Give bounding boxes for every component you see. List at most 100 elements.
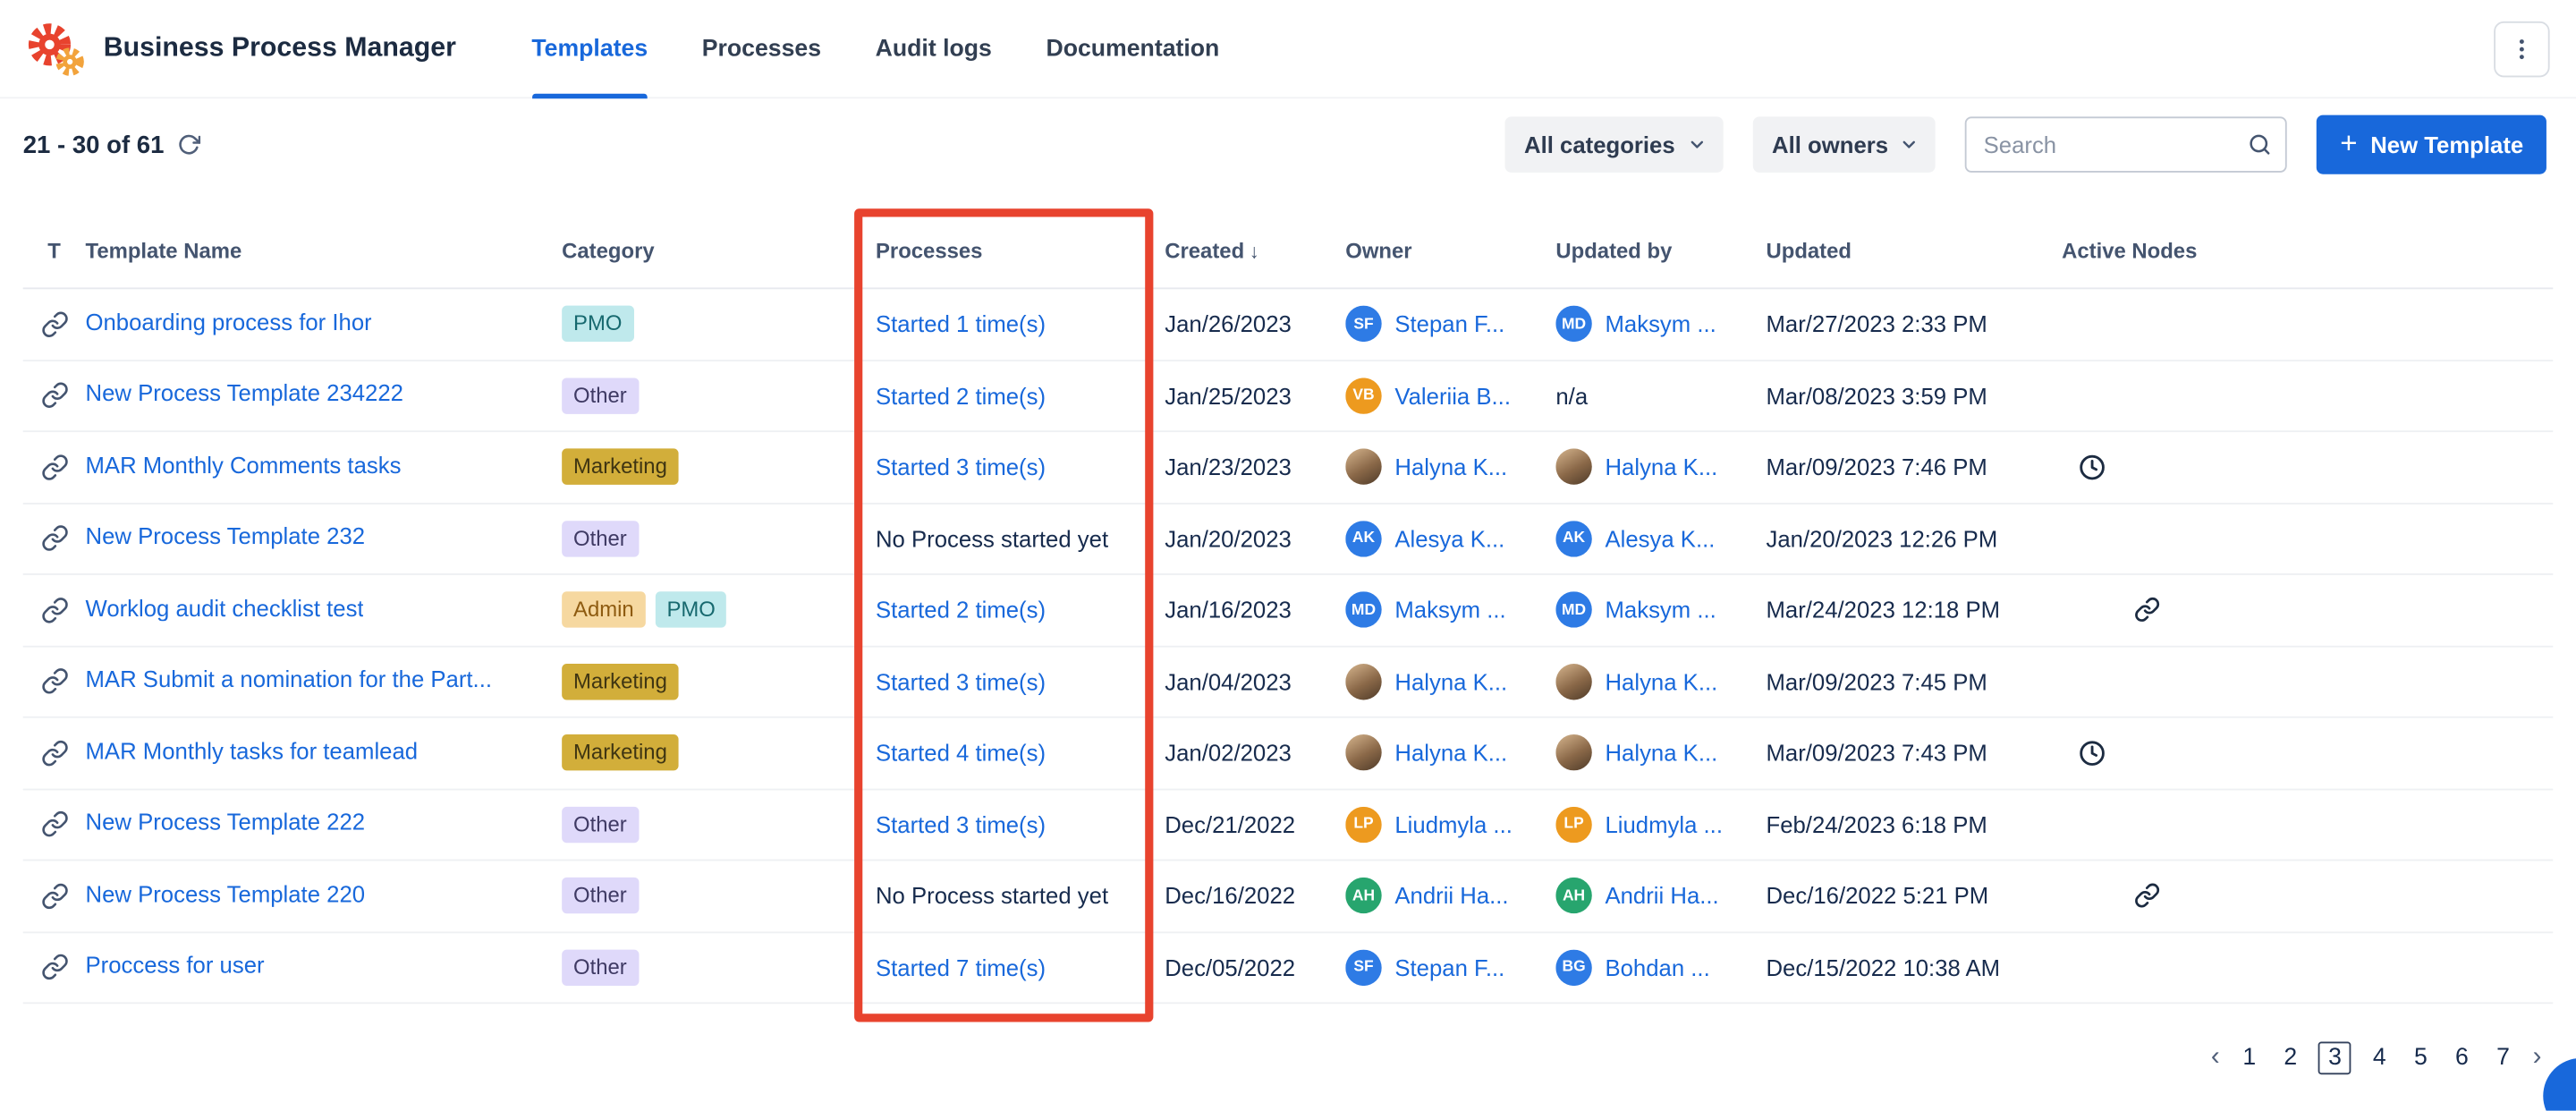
active-nodes-cell	[2062, 739, 2553, 767]
clock-icon[interactable]	[2078, 739, 2106, 767]
template-name-link[interactable]: Onboarding process for Ihor	[86, 309, 372, 335]
table-row: Onboarding process for Ihor PMO Started …	[23, 289, 2554, 360]
processes-link[interactable]: Started 3 time(s)	[876, 668, 1046, 694]
col-created-label: Created	[1165, 238, 1244, 263]
processes-link[interactable]: Started 7 time(s)	[876, 954, 1046, 980]
user-link[interactable]: Halyna K...	[1605, 668, 1717, 694]
processes-link[interactable]: Started 2 time(s)	[876, 597, 1046, 623]
template-name-link[interactable]: New Process Template 234222	[86, 380, 403, 406]
next-page-button[interactable]: ›	[2531, 1043, 2543, 1073]
processes-status-text: No Process started yet	[876, 525, 1108, 551]
user-link[interactable]: Halyna K...	[1605, 740, 1717, 766]
refresh-icon[interactable]	[177, 133, 200, 157]
table-row: New Process Template 220 Other No Proces…	[23, 861, 2554, 932]
owner-cell: SFStepan F...	[1345, 306, 1555, 342]
owner-cell: SFStepan F...	[1345, 949, 1555, 985]
user-link[interactable]: Maksym ...	[1605, 597, 1716, 623]
user-link[interactable]: Maksym ...	[1605, 311, 1716, 337]
user-link[interactable]: Bohdan ...	[1605, 954, 1709, 980]
clock-icon[interactable]	[2078, 453, 2106, 480]
user-link[interactable]: Halyna K...	[1394, 740, 1507, 766]
col-processes[interactable]: Processes	[876, 238, 1165, 263]
tab-processes-label: Processes	[702, 35, 821, 61]
page-number-1[interactable]: 1	[2236, 1043, 2263, 1073]
user-link[interactable]: Liudmyla ...	[1605, 811, 1722, 837]
tab-audit-logs[interactable]: Audit logs	[876, 0, 992, 98]
updated-by-cell: Halyna K...	[1555, 449, 1766, 485]
col-created[interactable]: Created↓	[1165, 238, 1345, 263]
user-initials-avatar: MD	[1345, 592, 1381, 628]
processes-link[interactable]: Started 4 time(s)	[876, 740, 1046, 766]
template-name-cell: New Process Template 220	[86, 880, 563, 912]
processes-link[interactable]: Started 3 time(s)	[876, 454, 1046, 479]
user-photo-avatar	[1555, 664, 1591, 700]
template-name-link[interactable]: MAR Monthly tasks for teamlead	[86, 737, 419, 763]
user-link[interactable]: Stepan F...	[1394, 311, 1504, 337]
updated-by-cell: Halyna K...	[1555, 664, 1766, 700]
created-cell: Jan/16/2023	[1165, 597, 1345, 623]
tab-processes[interactable]: Processes	[702, 0, 821, 98]
template-name-link[interactable]: Worklog audit checklist test	[86, 594, 364, 620]
col-updated-by[interactable]: Updated by	[1555, 238, 1766, 263]
created-cell: Jan/25/2023	[1165, 382, 1345, 408]
floating-help-button[interactable]	[2543, 1058, 2576, 1111]
table-row: Proccess for user Other Started 7 time(s…	[23, 932, 2554, 1004]
app-logo-gears-icon	[23, 15, 89, 81]
category-chip: PMO	[656, 591, 727, 628]
active-node-link-icon[interactable]	[2134, 883, 2160, 909]
processes-cell: No Process started yet	[876, 883, 1165, 909]
page-number-4[interactable]: 4	[2367, 1043, 2394, 1073]
user-link[interactable]: Alesya K...	[1605, 525, 1715, 551]
col-active-nodes[interactable]: Active Nodes	[2062, 238, 2553, 263]
created-cell: Jan/04/2023	[1165, 668, 1345, 694]
template-name-link[interactable]: New Process Template 220	[86, 880, 366, 906]
user-link[interactable]: Liudmyla ...	[1394, 811, 1512, 837]
template-link-icon	[40, 524, 68, 552]
categories-filter-dropdown[interactable]: All categories	[1504, 116, 1723, 172]
user-link[interactable]: Andrii Ha...	[1605, 883, 1718, 909]
new-template-button[interactable]: + New Template	[2317, 115, 2546, 174]
page-number-6[interactable]: 6	[2449, 1043, 2476, 1073]
col-type[interactable]: T	[23, 238, 86, 263]
processes-link[interactable]: Started 2 time(s)	[876, 382, 1046, 408]
owners-filter-dropdown[interactable]: All owners	[1752, 116, 1936, 172]
page-number-5[interactable]: 5	[2408, 1043, 2435, 1073]
template-name-link[interactable]: MAR Monthly Comments tasks	[86, 452, 402, 478]
prev-page-button[interactable]: ‹	[2209, 1043, 2221, 1073]
category-chip: Marketing	[562, 449, 679, 486]
tab-documentation[interactable]: Documentation	[1046, 0, 1219, 98]
business-process-manager-page: Business Process Manager Templates Proce…	[0, 0, 2576, 1111]
template-name-link[interactable]: New Process Template 232	[86, 523, 366, 549]
updated-cell: Mar/08/2023 3:59 PM	[1766, 382, 2062, 408]
active-node-link-icon[interactable]	[2134, 597, 2160, 623]
user-link[interactable]: Halyna K...	[1394, 454, 1507, 479]
user-link[interactable]: Halyna K...	[1605, 454, 1717, 479]
col-template-name[interactable]: Template Name	[86, 238, 563, 263]
processes-link[interactable]: Started 3 time(s)	[876, 811, 1046, 837]
user-link[interactable]: Valeriia B...	[1394, 382, 1511, 408]
col-category[interactable]: Category	[562, 238, 876, 263]
template-name-cell: New Process Template 222	[86, 809, 563, 840]
user-photo-avatar	[1345, 734, 1381, 770]
tab-templates[interactable]: Templates	[531, 0, 648, 98]
user-link[interactable]: Alesya K...	[1394, 525, 1504, 551]
search-icon[interactable]	[2248, 132, 2273, 157]
user-link[interactable]: Andrii Ha...	[1394, 883, 1508, 909]
search-input[interactable]	[1965, 116, 2287, 172]
template-name-link[interactable]: MAR Submit a nomination for the Part...	[86, 666, 493, 691]
template-name-link[interactable]: New Process Template 222	[86, 809, 366, 835]
page-number-3[interactable]: 3	[2318, 1041, 2351, 1074]
processes-link[interactable]: Started 1 time(s)	[876, 311, 1046, 337]
page-number-7[interactable]: 7	[2490, 1043, 2517, 1073]
user-link[interactable]: Stepan F...	[1394, 954, 1504, 980]
overflow-menu-button[interactable]	[2494, 21, 2549, 76]
col-owner[interactable]: Owner	[1345, 238, 1555, 263]
updated-cell: Dec/15/2022 10:38 AM	[1766, 954, 2062, 980]
user-link[interactable]: Maksym ...	[1394, 597, 1505, 623]
owner-cell: Halyna K...	[1345, 449, 1555, 485]
user-link[interactable]: Halyna K...	[1394, 668, 1507, 694]
col-updated[interactable]: Updated	[1766, 238, 2062, 263]
template-name-link[interactable]: Proccess for user	[86, 952, 265, 978]
processes-cell: Started 3 time(s)	[876, 668, 1165, 694]
page-number-2[interactable]: 2	[2277, 1043, 2304, 1073]
